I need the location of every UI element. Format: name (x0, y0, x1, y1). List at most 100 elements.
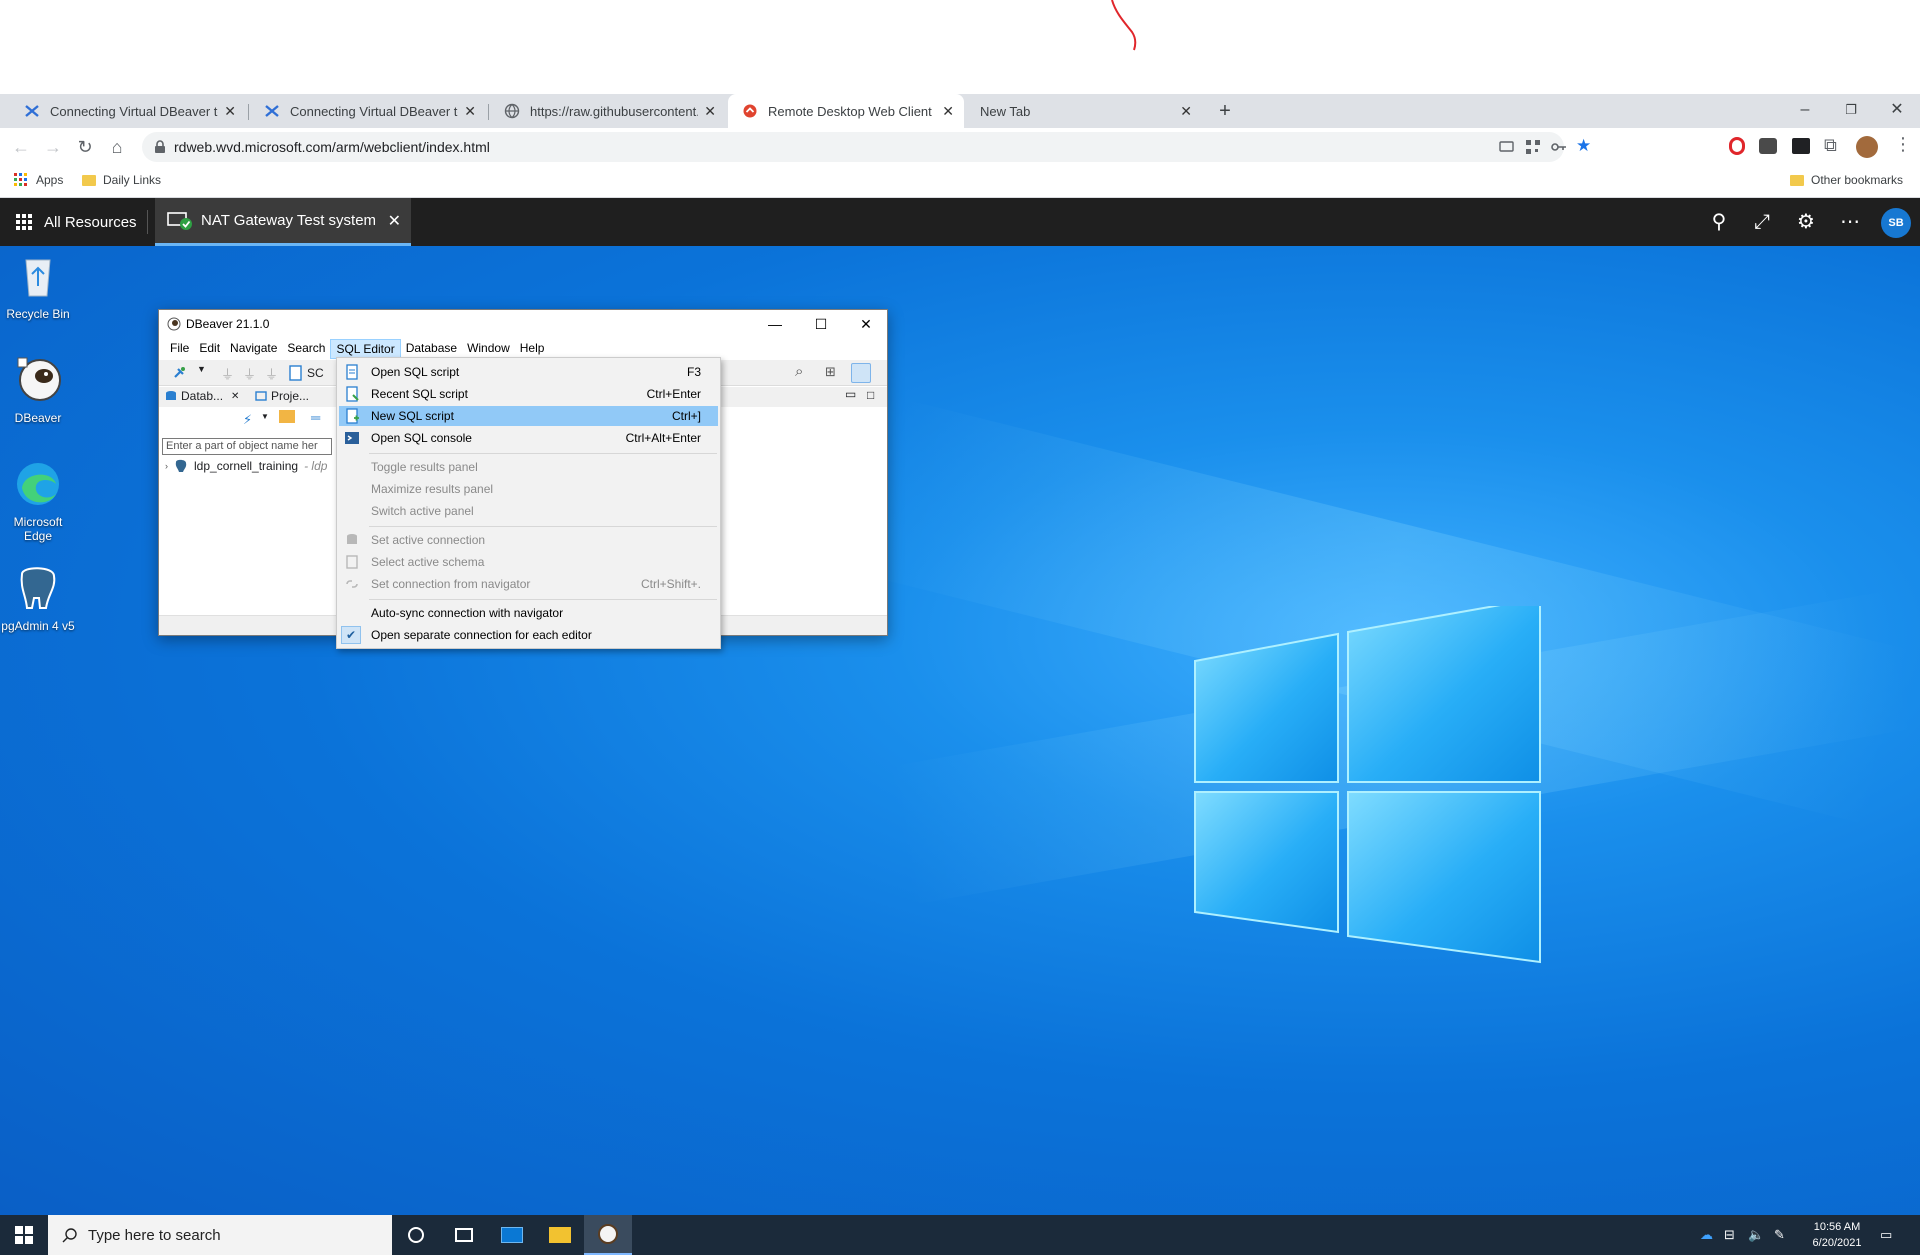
home-icon[interactable]: ⌂ (102, 132, 132, 162)
profile-avatar[interactable] (1856, 136, 1878, 158)
tab-database-navigator[interactable]: Datab... ✕ (165, 389, 239, 403)
browser-tab-4-active[interactable]: Remote Desktop Web Client ✕ (728, 94, 964, 128)
extension-icon[interactable] (1759, 138, 1777, 154)
menu-help[interactable]: Help (515, 339, 550, 359)
folder-icon[interactable] (279, 410, 295, 423)
close-icon[interactable]: ✕ (464, 103, 476, 120)
back-arrow-icon[interactable]: ← (6, 132, 36, 162)
menu-file[interactable]: File (165, 339, 194, 359)
tab-projects[interactable]: Proje... (255, 389, 309, 403)
menu-item-auto-sync-connection[interactable]: Auto-sync connection with navigator (339, 603, 718, 623)
apps-bookmark[interactable]: Apps (14, 173, 63, 187)
all-resources-button[interactable]: All Resources (16, 198, 137, 246)
menu-item-select-active-schema[interactable]: Select active schema (339, 552, 718, 572)
other-bookmarks[interactable]: Other bookmarks (1790, 173, 1903, 187)
connect-icon[interactable]: ⏚ (221, 364, 234, 383)
fullscreen-expand-icon[interactable]: ⤢ (1750, 210, 1774, 234)
chevron-right-icon[interactable]: › (165, 461, 168, 471)
disconnect-icon[interactable]: ⏚ (243, 364, 256, 383)
close-icon[interactable]: ✕ (704, 103, 716, 120)
onedrive-cloud-icon[interactable]: ☁ (1700, 1227, 1713, 1243)
menu-navigate[interactable]: Navigate (225, 339, 282, 359)
sql-toolbar-label[interactable]: SC (307, 366, 324, 380)
puzzle-extensions-icon[interactable]: ⧉ (1824, 135, 1837, 156)
file-explorer-icon[interactable] (536, 1215, 584, 1255)
task-view-icon[interactable] (440, 1215, 488, 1255)
desktop-icon-recycle-bin[interactable]: Recycle Bin (0, 252, 76, 321)
menu-database[interactable]: Database (401, 339, 462, 359)
settings-gear-icon[interactable]: ⚙ (1794, 210, 1818, 234)
chevron-down-icon[interactable]: ▼ (197, 364, 206, 374)
navigator-filter-input[interactable]: Enter a part of object name her (162, 438, 332, 455)
minimize-window-button[interactable]: – (1782, 94, 1828, 128)
menu-item-recent-sql-script[interactable]: Recent SQL script Ctrl+Enter (339, 384, 718, 404)
reload-icon[interactable]: ↻ (70, 132, 100, 162)
cortana-circle-icon[interactable] (392, 1215, 440, 1255)
menu-item-set-active-connection[interactable]: Set active connection (339, 530, 718, 550)
minimize-icon[interactable]: — (752, 310, 798, 338)
close-icon[interactable]: ✕ (942, 103, 954, 120)
pen-icon[interactable]: ✎ (1774, 1227, 1785, 1243)
taskbar-clock[interactable]: 10:56 AM 6/20/2021 (1806, 1219, 1868, 1251)
tree-item-connection[interactable]: › ldp_cornell_training - ldp (165, 459, 327, 473)
maximize-view-icon[interactable]: □ (867, 388, 874, 402)
perspective-icon[interactable]: ⊞ (825, 364, 836, 380)
dbeaver-taskbar-icon[interactable] (584, 1215, 632, 1255)
minimize-view-icon[interactable]: ▭ (845, 387, 856, 401)
cast-icon[interactable] (1498, 138, 1516, 156)
close-icon[interactable]: ✕ (388, 211, 401, 231)
disconnect-pin-icon[interactable]: ⚲ (1707, 210, 1731, 234)
menu-window[interactable]: Window (462, 339, 515, 359)
menu-search[interactable]: Search (282, 339, 330, 359)
restore-window-button[interactable]: ❐ (1828, 94, 1874, 128)
more-options-icon[interactable]: ⋯ (1838, 210, 1862, 234)
menu-edit[interactable]: Edit (194, 339, 225, 359)
browser-tab-2[interactable]: Connecting Virtual DBeaver to th ✕ (250, 94, 486, 128)
network-icon[interactable]: ⊟ (1724, 1227, 1735, 1243)
notifications-icon[interactable]: ▭ (1880, 1227, 1892, 1243)
new-connection-plug-icon[interactable] (171, 365, 187, 381)
taskbar-search-box[interactable]: Type here to search (48, 1215, 392, 1255)
close-icon[interactable]: ✕ (224, 103, 236, 120)
menu-item-switch-active-panel[interactable]: Switch active panel (339, 501, 718, 521)
close-window-button[interactable]: ✕ (1874, 94, 1920, 128)
mail-app-icon[interactable] (488, 1215, 536, 1255)
volume-icon[interactable]: 🔈 (1748, 1227, 1764, 1243)
menu-item-set-connection-from-navigator[interactable]: Set connection from navigator Ctrl+Shift… (339, 574, 718, 594)
menu-item-new-sql-script[interactable]: New SQL script Ctrl+] (339, 406, 718, 426)
key-icon[interactable] (1550, 138, 1568, 156)
extension-icon[interactable] (1792, 138, 1810, 154)
daily-links-bookmark[interactable]: Daily Links (82, 173, 161, 187)
opera-extension-icon[interactable] (1729, 137, 1745, 155)
menu-item-open-sql-script[interactable]: Open SQL script F3 (339, 362, 718, 382)
more-options-icon[interactable]: ⋮ (1894, 134, 1912, 155)
desktop-icon-dbeaver[interactable]: DBeaver (0, 356, 76, 425)
menu-item-maximize-results-panel[interactable]: Maximize results panel (339, 479, 718, 499)
desktop-icon-pgadmin[interactable]: pgAdmin 4 v5 (0, 564, 76, 633)
menu-item-open-sql-console[interactable]: Open SQL console Ctrl+Alt+Enter (339, 428, 718, 448)
desktop-icon-microsoft-edge[interactable]: Microsoft Edge (0, 460, 76, 543)
close-icon[interactable]: ✕ (1180, 103, 1192, 120)
rd-session-tab[interactable]: NAT Gateway Test system ✕ (155, 198, 411, 246)
sql-editor-icon[interactable] (289, 365, 303, 381)
close-icon[interactable]: ✕ (843, 310, 889, 338)
invalidate-icon[interactable]: ⏚ (265, 364, 278, 383)
new-tab-button[interactable]: + (1212, 98, 1238, 124)
browser-tab-5[interactable]: New Tab ✕ (966, 94, 1202, 128)
dbeaver-perspective-button[interactable] (851, 363, 871, 383)
collapse-all-icon[interactable]: ═ (311, 410, 320, 425)
close-icon[interactable]: ✕ (231, 391, 239, 402)
menu-item-toggle-results-panel[interactable]: Toggle results panel (339, 457, 718, 477)
user-avatar[interactable]: SB (1881, 208, 1911, 238)
menu-sql-editor[interactable]: SQL Editor (330, 339, 401, 359)
browser-tab-1[interactable]: Connecting Virtual DBeaver to th ✕ (10, 94, 246, 128)
chevron-down-icon[interactable]: ▼ (261, 412, 269, 421)
new-connection-icon[interactable]: ⚡ (243, 412, 252, 428)
search-icon[interactable]: ⌕ (795, 363, 803, 380)
maximize-icon[interactable]: ☐ (798, 310, 844, 338)
start-windows-icon[interactable] (0, 1215, 48, 1255)
forward-arrow-icon[interactable]: → (38, 132, 68, 162)
menu-item-open-separate-connection[interactable]: ✔ Open separate connection for each edit… (339, 625, 718, 645)
address-bar[interactable]: rdweb.wvd.microsoft.com/arm/webclient/in… (142, 132, 1591, 162)
qr-code-icon[interactable] (1524, 138, 1542, 156)
